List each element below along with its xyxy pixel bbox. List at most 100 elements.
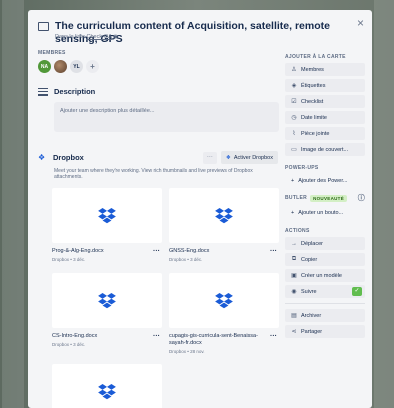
- share-icon: ⋖: [291, 329, 297, 335]
- description-input[interactable]: Ajouter une description plus détaillée..…: [54, 102, 279, 132]
- divider: [285, 303, 365, 304]
- attachment-tile[interactable]: CS-Intro-Eng.docx Dropbox • 3 déc. ···: [52, 273, 162, 347]
- card-list-info: Dans la liste Check-QA ◉: [55, 34, 118, 40]
- actions-label: ACTIONS: [285, 228, 310, 234]
- board-list: [2, 0, 24, 408]
- add-button-button[interactable]: + Ajouter un bouto...: [285, 206, 365, 219]
- members-button-label: Membres: [301, 66, 324, 73]
- attachment-button[interactable]: ⌇ Pièce jointe: [285, 127, 365, 140]
- archive-button-label: Archiver: [301, 312, 322, 319]
- attachment-menu-button[interactable]: ···: [270, 248, 277, 255]
- add-member-button[interactable]: +: [86, 60, 99, 73]
- dropbox-icon: [98, 207, 116, 223]
- attachment-name[interactable]: Prog-&-Alg-Eng.docx: [52, 248, 147, 255]
- activate-dropbox-button[interactable]: ❖ Activer Dropbox: [220, 151, 278, 164]
- checklist-button-label: Checklist: [301, 98, 324, 105]
- clock-icon: ◷: [291, 115, 297, 121]
- attachment-tile[interactable]: [52, 364, 162, 408]
- dropbox-header: ❖ Dropbox ··· ❖ Activer Dropbox: [38, 151, 278, 164]
- due-date-button[interactable]: ◷ Date limite: [285, 111, 365, 124]
- dropbox-icon: ❖: [38, 152, 46, 162]
- avatar[interactable]: YL: [70, 60, 83, 73]
- butler-header: BUTLER NOUVEAUTÉ ⓘ: [285, 193, 365, 203]
- dropbox-icon: ❖: [225, 154, 231, 161]
- create-template-label: Créer un modèle: [301, 272, 342, 279]
- attachment-thumbnail[interactable]: [52, 273, 162, 328]
- members-row: NA YL +: [38, 60, 278, 73]
- follow-button[interactable]: ◉ Suivre ✓: [285, 285, 365, 298]
- card-sidebar: AJOUTER À LA CARTE ♙ Membres ◈ Étiquettes …: [285, 54, 365, 341]
- avatar[interactable]: [54, 60, 67, 73]
- description-title: Description: [54, 87, 96, 96]
- members-button[interactable]: ♙ Membres: [285, 63, 365, 76]
- attachment-name[interactable]: cupagis-gis-curricula-sent-Benaissa-saya…: [169, 333, 264, 347]
- dropbox-icon: [98, 292, 116, 308]
- card-detail-modal: × The curriculum content of Acquisition,…: [28, 10, 372, 408]
- attachment-meta: Dropbox • 28 nov.: [169, 349, 205, 354]
- copy-icon: ⧉: [291, 256, 297, 262]
- follow-button-label: Suivre: [301, 288, 317, 295]
- card-title[interactable]: The curriculum content of Acquisition, s…: [55, 20, 350, 46]
- due-date-button-label: Date limite: [301, 114, 327, 121]
- dropbox-title: Dropbox: [53, 153, 84, 162]
- butler-label: BUTLER: [285, 195, 308, 201]
- dropbox-description: Meet your team where they're working. Vi…: [54, 168, 253, 180]
- attachment-button-label: Pièce jointe: [301, 130, 330, 137]
- share-button[interactable]: ⋖ Partager: [285, 325, 365, 338]
- eye-icon: ◉: [113, 34, 118, 40]
- avatar[interactable]: NA: [38, 60, 51, 73]
- add-to-card-label: AJOUTER À LA CARTE: [285, 54, 346, 60]
- copy-button-label: Copier: [301, 256, 318, 263]
- attachment-name[interactable]: GNSS-Eng.docx: [169, 248, 264, 255]
- create-template-button[interactable]: ▣ Créer un modèle: [285, 269, 365, 282]
- card-main: MEMBRES NA YL + Description Ajouter une …: [38, 50, 279, 132]
- description-icon: [38, 87, 48, 96]
- attachment-menu-button[interactable]: ···: [153, 248, 160, 255]
- labels-button-label: Étiquettes: [301, 82, 326, 89]
- close-icon[interactable]: ×: [357, 16, 364, 30]
- add-button-label: Ajouter un bouto...: [298, 209, 344, 216]
- follow-check-icon: ✓: [352, 287, 362, 296]
- members-label: MEMBRES: [38, 50, 66, 56]
- attachment-tile[interactable]: cupagis-gis-curricula-sent-Benaissa-saya…: [169, 273, 279, 354]
- card-title-row: The curriculum content of Acquisition, s…: [38, 20, 350, 46]
- move-button[interactable]: → Déplacer: [285, 237, 365, 250]
- description-header: Description: [38, 87, 278, 96]
- copy-button[interactable]: ⧉ Copier: [285, 253, 365, 266]
- attachment-meta: Dropbox • 3 déc.: [52, 342, 86, 347]
- plus-icon: +: [291, 177, 295, 184]
- plus-icon: +: [291, 209, 295, 216]
- attachment-thumbnail[interactable]: [169, 273, 279, 328]
- dropbox-icon: [215, 292, 233, 308]
- checklist-button[interactable]: ☑ Checklist: [285, 95, 365, 108]
- archive-button[interactable]: ▤ Archiver: [285, 309, 365, 322]
- image-icon: ▭: [291, 147, 297, 153]
- checklist-icon: ☑: [291, 99, 297, 105]
- board-list: [374, 0, 394, 408]
- cover-button[interactable]: ▭ Image de couvert...: [285, 143, 365, 156]
- labels-button[interactable]: ◈ Étiquettes: [285, 79, 365, 92]
- arrow-right-icon: →: [291, 240, 297, 247]
- template-icon: ▣: [291, 273, 297, 279]
- list-link[interactable]: Check-QA: [87, 34, 112, 40]
- attachment-menu-button[interactable]: ···: [270, 333, 277, 340]
- attachment-tile[interactable]: Prog-&-Alg-Eng.docx Dropbox • 3 déc. ···: [52, 188, 162, 262]
- card-icon: [38, 22, 49, 31]
- dropbox-icon: [215, 207, 233, 223]
- attachment-tile[interactable]: GNSS-Eng.docx Dropbox • 3 déc. ···: [169, 188, 279, 262]
- attachment-name[interactable]: CS-Intro-Eng.docx: [52, 333, 147, 340]
- attachment-meta: Dropbox • 3 déc.: [52, 257, 86, 262]
- activate-dropbox-label: Activer Dropbox: [233, 154, 273, 161]
- info-icon[interactable]: ⓘ: [358, 193, 365, 203]
- attachment-thumbnail[interactable]: [52, 188, 162, 243]
- attachment-menu-button[interactable]: ···: [153, 333, 160, 340]
- eye-icon: ◉: [291, 289, 297, 295]
- attachment-thumbnail[interactable]: [52, 364, 162, 408]
- add-powerups-button[interactable]: + Ajouter des Power...: [285, 174, 365, 187]
- add-powerups-label: Ajouter des Power...: [298, 177, 348, 184]
- move-button-label: Déplacer: [301, 240, 324, 247]
- more-options-button[interactable]: ···: [202, 151, 217, 164]
- attachment-thumbnail[interactable]: [169, 188, 279, 243]
- new-badge: NOUVEAUTÉ: [310, 194, 348, 202]
- paperclip-icon: ⌇: [292, 131, 296, 137]
